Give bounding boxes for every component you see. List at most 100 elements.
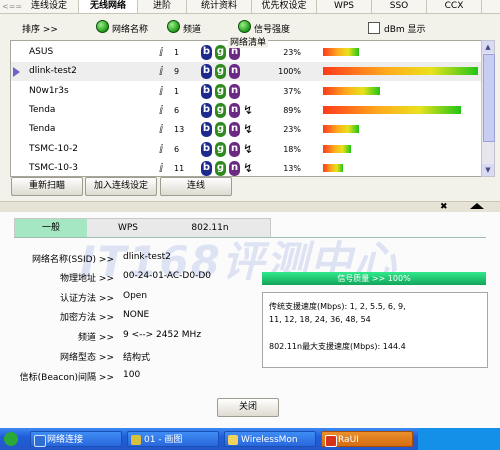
mode-b-icon: b	[201, 102, 212, 118]
n-max-rate: 802.11n最大支援速度(Mbps): 144.4	[269, 342, 406, 351]
network-channel: 1	[174, 48, 180, 57]
field-ssid-value: dlink-test2	[123, 252, 171, 262]
radio-dot-icon	[167, 20, 180, 33]
taskbar-label: 01 - 画图	[144, 435, 183, 445]
detail-tab-general[interactable]: 一般	[15, 219, 87, 237]
sort-by-channel-label[interactable]: 频道	[183, 22, 201, 35]
taskbar-item-raui[interactable]: RaUI	[321, 431, 413, 447]
field-mac-value: 00-24-01-AC-D0-D0	[123, 271, 211, 281]
tab-advanced[interactable]: 进阶	[138, 0, 187, 13]
detail-tab-wps[interactable]: WPS	[87, 219, 169, 237]
field-ssid-label: 网络名称(SSID) >>	[32, 255, 114, 265]
field-auth-value: Open	[123, 291, 148, 301]
signal-percent: 23%	[283, 48, 301, 57]
radio-dot-icon	[96, 20, 109, 33]
field-network-type-value: 结构式	[123, 353, 151, 363]
tab-ccx[interactable]: CCX	[427, 0, 482, 13]
tab-wireless-network[interactable]: 无线网络	[79, 0, 138, 13]
sort-by-signal-radio[interactable]	[238, 20, 251, 33]
network-ssid: dlink-test2	[29, 66, 77, 77]
field-channel-value: 9 <--> 2452 MHz	[123, 330, 202, 340]
network-channel: 6	[174, 144, 180, 154]
taskbar-item-network[interactable]: 网络连接	[30, 431, 122, 447]
taskbar-label: WirelessMon	[241, 435, 298, 445]
mode-n-icon: n	[229, 122, 240, 138]
scroll-up-icon[interactable]: ▲	[482, 41, 494, 53]
tab-bar: <== 连线设定 无线网络 进阶 统计资料 优先权设定 WPS SSO CCX	[0, 0, 500, 14]
add-profile-button[interactable]: 加入连线设定	[85, 177, 157, 196]
mode-g-icon: g	[215, 102, 226, 118]
detail-tabs: 一般 WPS 802.11n	[14, 218, 271, 238]
sort-by-ssid-radio[interactable]	[96, 20, 109, 33]
network-ssid: ASUS	[29, 47, 54, 57]
network-channel: 11	[174, 163, 185, 173]
scroll-thumb[interactable]	[483, 54, 495, 142]
connect-button[interactable]: 连线	[160, 177, 232, 196]
selected-row-arrow-icon	[13, 67, 20, 78]
network-row[interactable]: TSMC-10-2 ⅈ 6 b g n ↯ 18%	[11, 140, 482, 159]
signal-antenna-icon: ⅈ	[159, 160, 164, 175]
network-ssid: Tenda	[29, 104, 56, 115]
tab-priority[interactable]: 优先权设定	[252, 0, 317, 13]
network-ssid: TSMC-10-2	[29, 143, 78, 154]
network-row[interactable]: TSMC-10-3 ⅈ 11 b g n ↯ 13%	[11, 159, 482, 176]
start-icon[interactable]	[4, 432, 18, 446]
field-beacon-value: 100	[123, 370, 141, 380]
legacy-rates-line1: 传统支援速度(Mbps): 1, 2, 5.5, 6, 9,	[269, 302, 406, 311]
network-list[interactable]: ASUS ⅈ 1 b g n 23% dlink-test2 ⅈ 9 b g n 100% N0w1r3s ⅈ…	[10, 40, 483, 177]
signal-antenna-icon: ⅈ	[159, 122, 164, 137]
sort-by-signal-label[interactable]: 信号强度	[254, 22, 290, 35]
mode-n-icon: n	[229, 102, 240, 118]
detail-tabs-divider	[14, 237, 486, 238]
mode-n-icon: n	[229, 141, 240, 157]
sort-by-ssid-label[interactable]: 网络名称	[112, 22, 148, 35]
tab-statistics[interactable]: 统计资料	[187, 0, 252, 13]
tab-sso[interactable]: SSO	[372, 0, 427, 13]
signal-percent: 37%	[283, 86, 301, 96]
network-ssid: N0w1r3s	[29, 85, 69, 96]
field-encryption-value: NONE	[123, 310, 150, 320]
field-auth-label: 认证方法 >>	[60, 294, 114, 304]
signal-strength-bar	[323, 105, 461, 114]
mode-g-icon: g	[215, 64, 226, 80]
network-row[interactable]: Tenda ⅈ 6 b g n ↯ 89%	[11, 101, 482, 120]
mode-n-icon: n	[229, 160, 240, 176]
security-lock-icon: ↯	[243, 102, 254, 117]
network-row[interactable]: dlink-test2 ⅈ 9 b g n 100%	[11, 62, 482, 82]
tab-wps[interactable]: WPS	[317, 0, 372, 13]
mode-b-icon: b	[201, 83, 212, 99]
network-row[interactable]: Tenda ⅈ 13 b g n ↯ 23%	[11, 120, 482, 139]
dbm-label: dBm 显示	[384, 25, 426, 35]
mode-g-icon: g	[215, 45, 226, 60]
sort-label: 排序 >>	[22, 25, 58, 35]
network-channel: 1	[174, 86, 180, 96]
detail-tab-80211n[interactable]: 802.11n	[169, 219, 251, 237]
dbm-checkbox[interactable]	[368, 22, 380, 34]
network-row[interactable]: N0w1r3s ⅈ 1 b g n 37%	[11, 82, 482, 101]
list-scrollbar[interactable]: ▲ ▼	[481, 40, 495, 177]
signal-strength-bar	[323, 86, 380, 95]
scroll-down-icon[interactable]: ▼	[482, 164, 494, 176]
close-button[interactable]: 关闭	[217, 398, 279, 417]
close-details-icon[interactable]: ✖	[440, 202, 448, 212]
taskbar-item-paint[interactable]: 01 - 画图	[127, 431, 219, 447]
mode-b-icon: b	[201, 122, 212, 138]
field-beacon-label: 信标(Beacon)间隔 >>	[19, 373, 114, 383]
security-lock-icon: ↯	[243, 122, 254, 137]
rescan-button[interactable]: 重新扫瞄	[11, 177, 83, 196]
signal-percent: 23%	[283, 125, 301, 135]
collapse-up-icon[interactable]	[470, 203, 484, 209]
signal-percent: 13%	[283, 163, 301, 173]
signal-antenna-icon: ⅈ	[159, 102, 164, 117]
sort-by-channel-radio[interactable]	[167, 20, 180, 33]
signal-antenna-icon: ⅈ	[159, 83, 164, 98]
tab-connection-settings[interactable]: 连线设定	[20, 0, 79, 13]
field-network-type-label: 网络型态 >>	[60, 353, 114, 363]
taskbar: 网络连接 01 - 画图 WirelessMon RaUI	[0, 428, 500, 450]
legacy-rates-line2: 11, 12, 18, 24, 36, 48, 54	[269, 315, 371, 324]
mode-g-icon: g	[215, 83, 226, 99]
mode-b-icon: b	[201, 45, 212, 60]
mode-g-icon: g	[215, 160, 226, 176]
signal-strength-bar	[323, 48, 359, 56]
taskbar-item-wirelessmon[interactable]: WirelessMon	[224, 431, 316, 447]
